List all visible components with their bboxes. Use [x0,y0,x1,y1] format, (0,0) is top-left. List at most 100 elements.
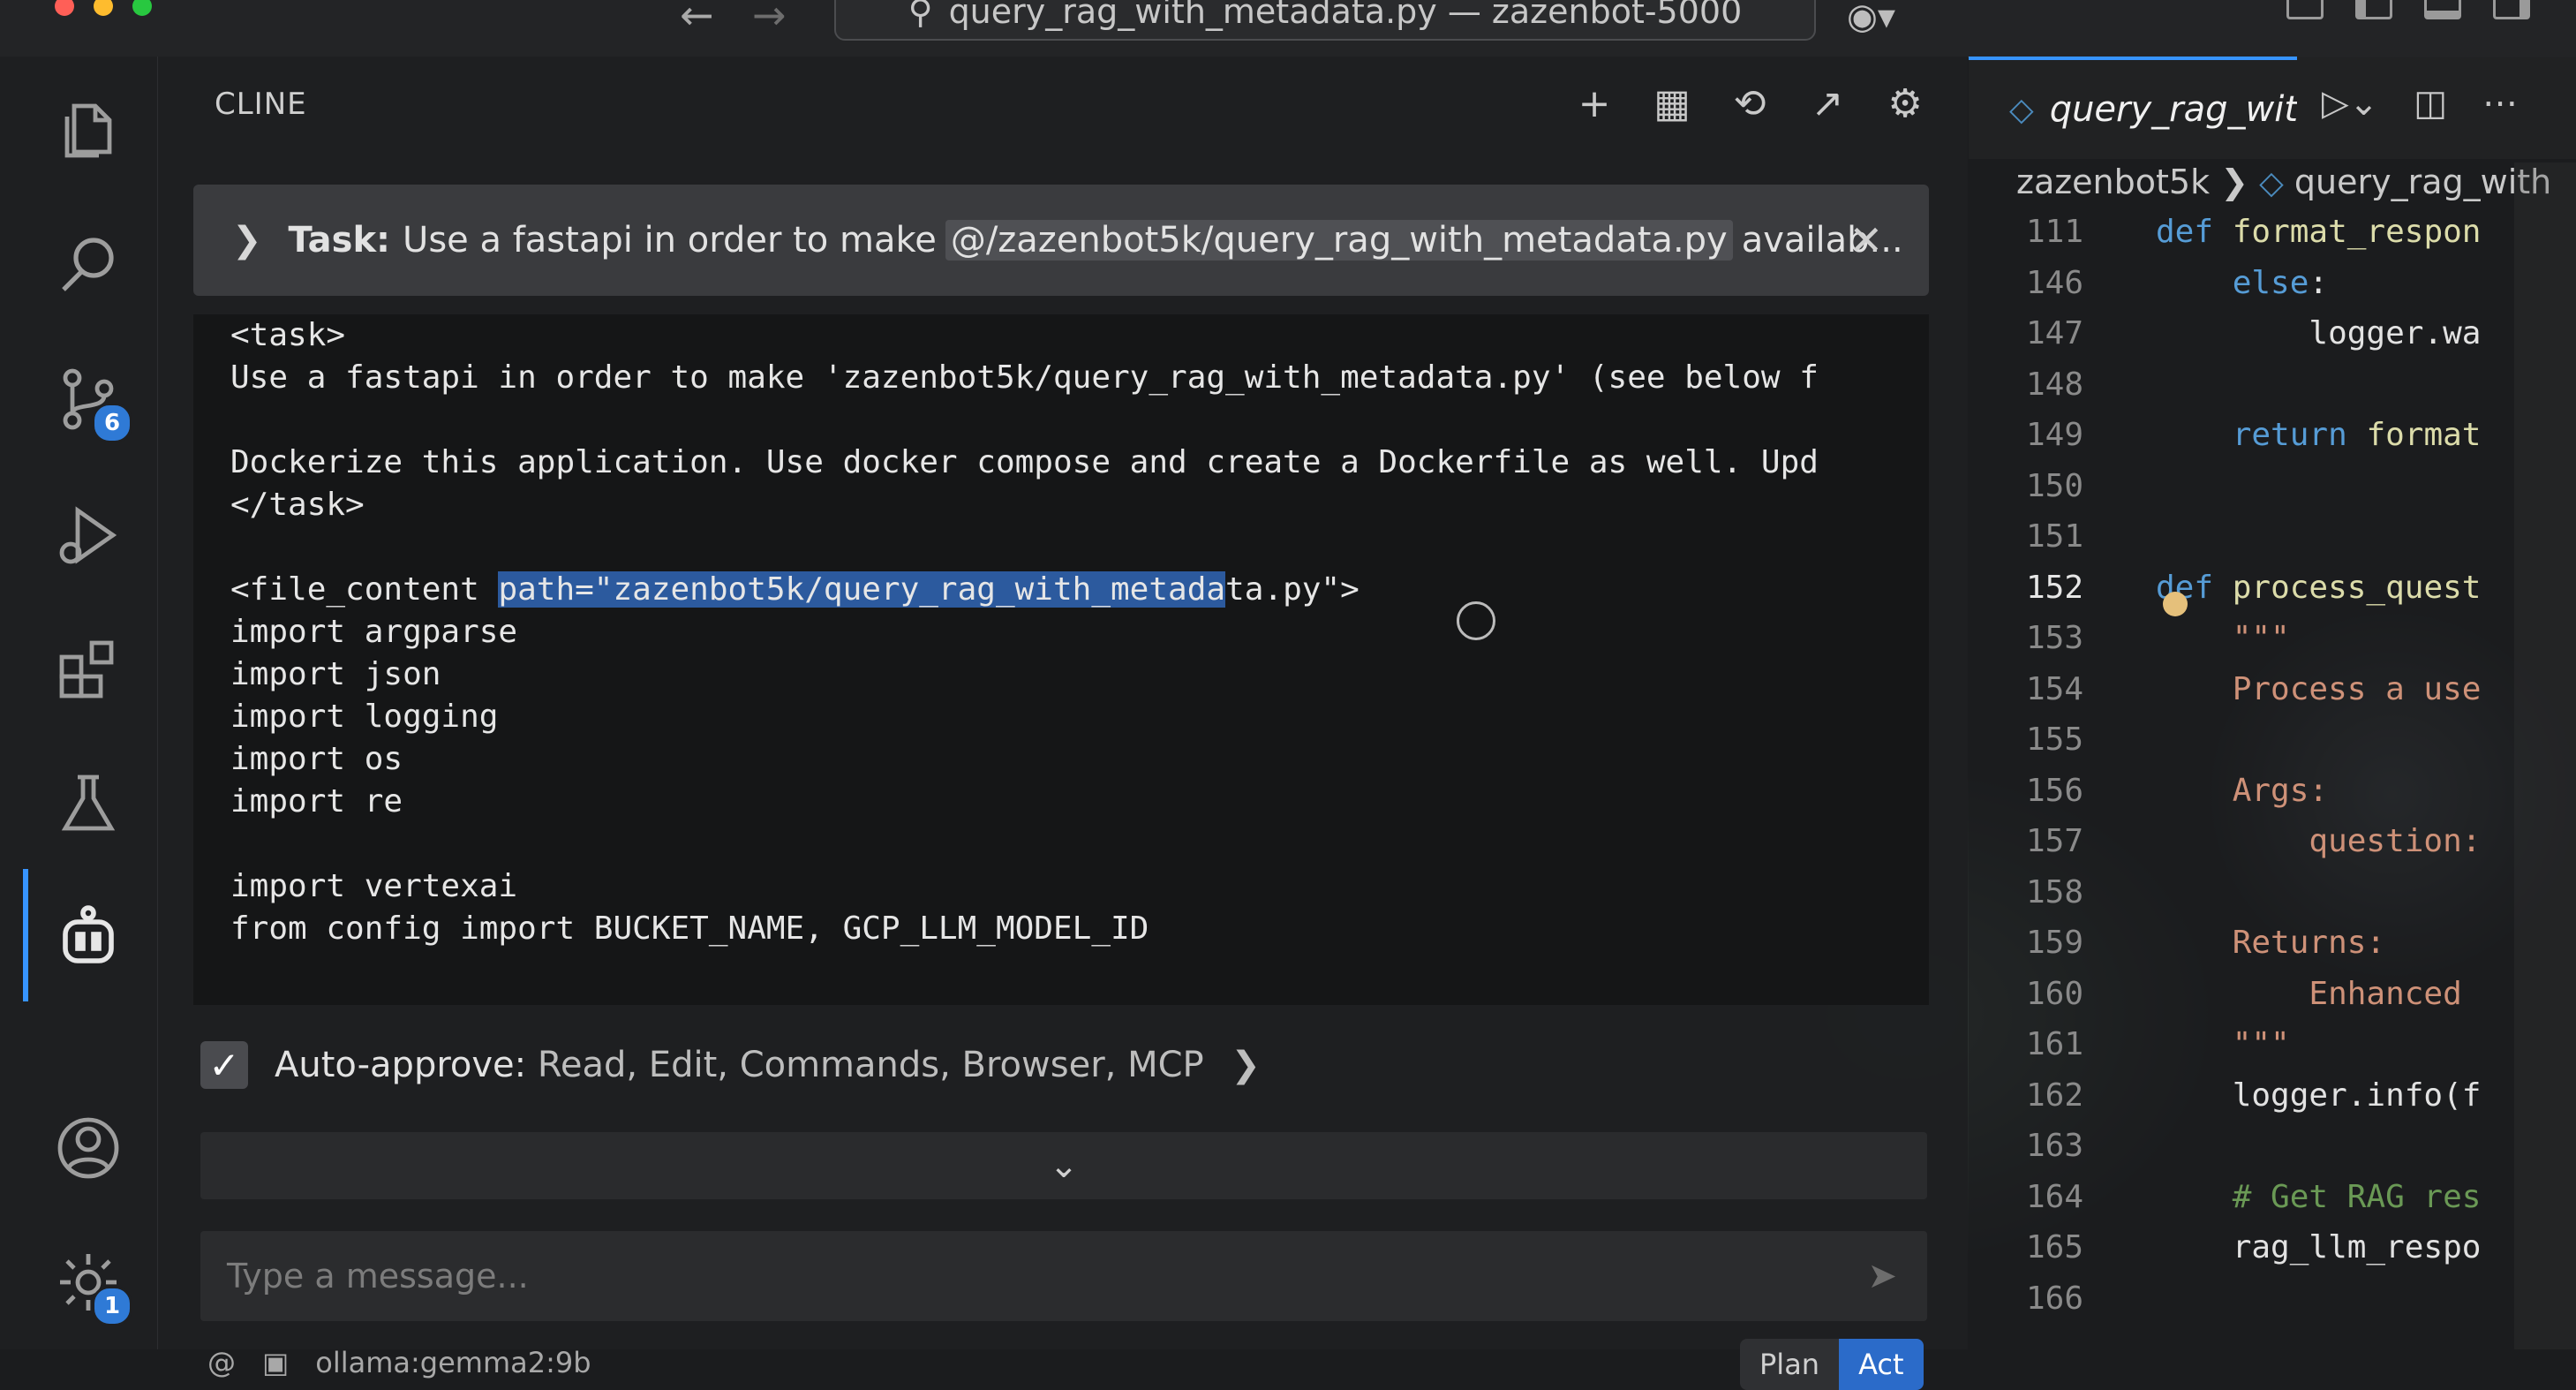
editor-tab-bar: ◇ query_rag_witl ▷⌄ ◫ ⋯ [1969,57,2576,159]
lightbulb-icon[interactable] [2163,592,2188,616]
code-line: rag_llm_respo [2156,1229,2482,1265]
task-code-line: </task> [230,487,365,523]
auto-approve-label: Auto-approve: [275,1045,527,1085]
minimap[interactable] [2514,162,2576,1349]
toggle-primary-sidebar-icon[interactable] [2355,0,2392,19]
editor-tab[interactable]: ◇ query_rag_witl [1969,57,2297,159]
plan-mode-button[interactable]: Plan [1740,1339,1840,1390]
account-icon[interactable] [46,1106,131,1190]
customize-layout-icon[interactable] [2286,0,2324,19]
task-label: Task: [288,220,391,261]
model-selector[interactable]: ollama:gemma2:9b [315,1346,591,1379]
search-icon: ⚲ [908,0,933,31]
chevron-right-icon[interactable]: ❯ [1231,1045,1261,1085]
line-number: 151 [2025,518,2083,555]
line-number: 152 [2025,569,2083,606]
history-icon[interactable]: ⟲ [1728,81,1772,126]
cline-robot-icon[interactable] [46,895,131,980]
line-number: 165 [2025,1229,2083,1265]
auto-approve-checkbox[interactable]: ✓ [200,1041,248,1089]
message-input[interactable]: Type a message... ➤ [200,1231,1927,1321]
mention-at-icon[interactable]: @ [207,1346,236,1379]
task-code-line-rest: ta.py"> [1225,571,1360,608]
testing-icon[interactable] [46,761,131,846]
task-code-line: Use a fastapi in order to make 'zazenbot… [230,359,1819,396]
selected-text: path="zazenbot5k/query_rag_with_metada [498,571,1226,608]
auto-approve-row[interactable]: ✓ Auto-approve: Read, Edit, Commands, Br… [200,1041,1261,1089]
line-number: 146 [2025,264,2083,301]
line-number: 156 [2025,772,2083,809]
task-content-view[interactable]: <task> Use a fastapi in order to make 'z… [193,314,1929,1005]
run-python-icon[interactable]: ▷⌄ [2322,83,2378,124]
code-line: Returns: [2156,925,2386,961]
gear-icon[interactable]: 1 [46,1240,132,1326]
line-number: 158 [2025,873,2083,910]
code-line: """ [2156,620,2290,656]
minimize-window-button[interactable] [94,0,113,16]
line-number: 149 [2025,417,2083,453]
back-arrow-icon[interactable]: ← [680,0,714,35]
act-mode-button[interactable]: Act [1839,1339,1924,1390]
task-header[interactable]: ❯ Task: Use a fastapi in order to make @… [193,185,1929,296]
close-icon[interactable]: ✕ [1849,216,1883,264]
line-number: 166 [2025,1280,2083,1317]
toggle-secondary-sidebar-icon[interactable] [2493,0,2530,19]
send-icon[interactable]: ➤ [1867,1256,1897,1296]
active-indicator [23,869,28,1001]
search-icon[interactable] [46,223,131,307]
source-control-icon[interactable]: 6 [46,357,132,443]
code-line: Process a use [2156,670,2482,707]
task-code-line: <task> [230,317,346,353]
task-code-line: import re [230,783,403,820]
mcp-servers-icon[interactable]: ▦ [1650,81,1694,126]
code-line: Enhanced [2156,975,2462,1012]
close-window-button[interactable] [55,0,74,16]
toggle-panel-icon[interactable] [2424,0,2461,19]
mouse-cursor-icon [1457,601,1495,640]
editor-code[interactable]: def format_respon else: logger.wa return… [2156,207,2544,1324]
code-line: else: [2232,264,2329,301]
chevron-down-icon: ⌄ [1049,1145,1079,1186]
maximize-window-button[interactable] [132,0,152,16]
line-number: 153 [2025,620,2083,656]
line-number: 160 [2025,975,2083,1012]
task-text: Use a fastapi in order to make [403,220,937,261]
run-debug-icon[interactable] [46,493,131,578]
file-mention[interactable]: @/zazenbot5k/query_rag_with_metadata.py [945,220,1733,261]
task-code: <task> Use a fastapi in order to make 'z… [193,314,1929,950]
line-number: 162 [2025,1076,2083,1114]
task-code-line: import json [230,656,441,692]
more-actions-icon[interactable]: ⋯ [2482,83,2518,124]
explorer-icon[interactable] [46,88,131,173]
split-editor-icon[interactable]: ◫ [2414,83,2447,124]
plan-act-toggle[interactable]: Plan Act [1740,1339,1924,1390]
activity-bar: 6 1 [0,57,158,1349]
task-code-line: import argparse [230,614,518,650]
open-in-editor-icon[interactable]: ↗ [1805,81,1849,126]
line-number: 147 [2025,315,2083,351]
command-center[interactable]: ⚲ query_rag_with_metadata.py — zazenbot-… [834,0,1816,41]
copilot-icon[interactable]: ◉▾ [1847,0,1895,37]
line-number-gutter: 111 146 147 148 149 150 151 152 153 154 155 156 157 1… [1969,207,2083,1324]
chevron-right-icon[interactable]: ❯ [232,220,262,261]
code-line: Args: [2156,772,2329,809]
breadcrumb-folder[interactable]: zazenbot5k [2016,162,2210,201]
camera-icon[interactable]: ▣ [262,1346,289,1379]
editor-area: ◇ query_rag_witl ▷⌄ ◫ ⋯ zazenbot5k ❯ ◇ q… [1969,57,2576,1349]
new-task-icon[interactable]: + [1572,81,1616,126]
breadcrumb-file[interactable]: query_rag_with [2294,162,2551,201]
breadcrumb: zazenbot5k ❯ ◇ query_rag_with [2016,162,2551,201]
task-code-line: import vertexai [230,868,518,904]
extensions-icon[interactable] [46,627,131,712]
line-number: 159 [2025,925,2083,961]
line-number: 150 [2025,467,2083,504]
forward-arrow-icon[interactable]: → [752,0,787,35]
expand-toggle[interactable]: ⌄ [200,1132,1927,1199]
scm-badge: 6 [92,403,132,443]
cline-panel: CLINE + ▦ ⟲ ↗ ⚙ ❯ Task: Use a fastapi in… [158,57,1968,1390]
line-number: 163 [2025,1128,2083,1164]
settings-gear-icon[interactable]: ⚙ [1883,81,1927,126]
